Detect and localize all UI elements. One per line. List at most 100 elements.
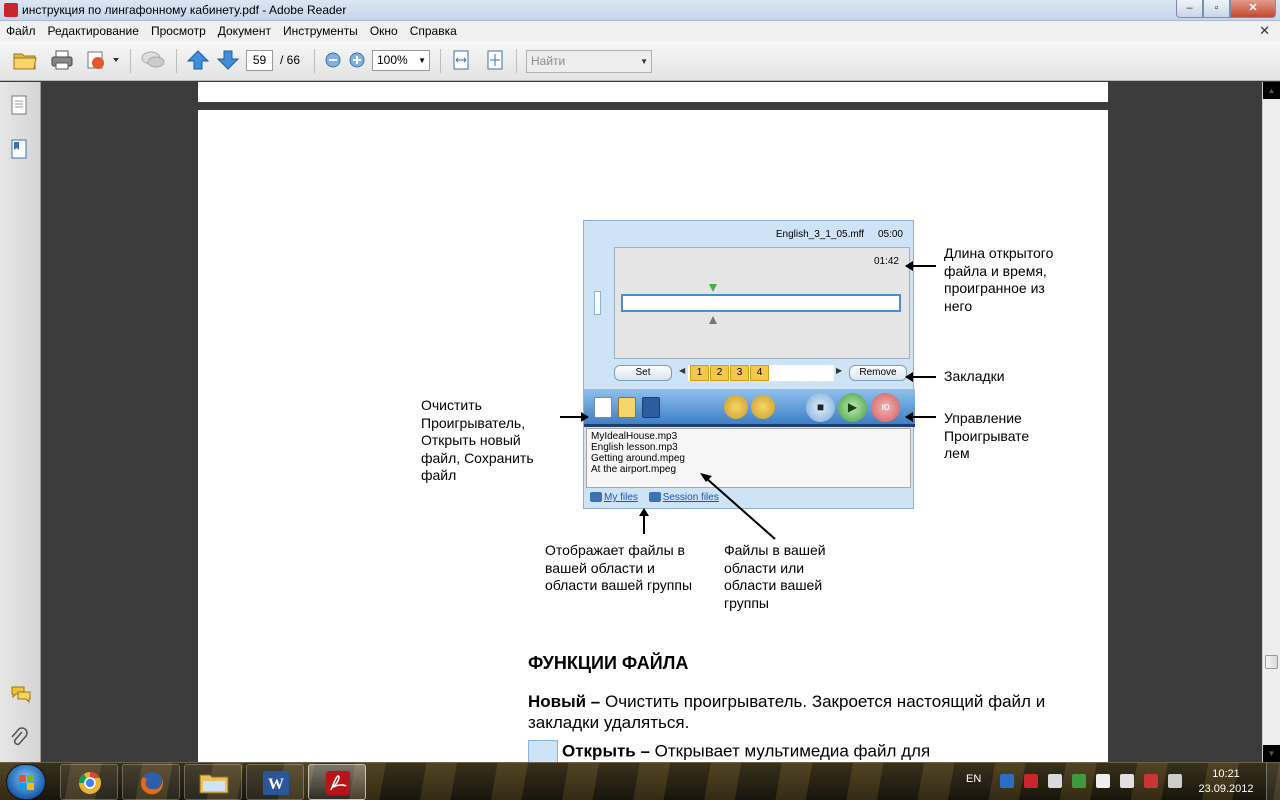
taskbar-adobe-reader[interactable]: [308, 764, 366, 800]
new-file-icon: [594, 397, 612, 418]
start-marker-icon: [709, 284, 717, 292]
section-title: ФУНКЦИИ ФАЙЛА: [528, 653, 689, 673]
toolbar-separator: [314, 49, 315, 73]
taskbar: W EN 10:21 23.09.2012: [0, 762, 1280, 800]
tray-check-icon[interactable]: [1072, 774, 1086, 788]
find-placeholder: Найти: [531, 54, 566, 68]
scroll-up-icon[interactable]: ▲: [1263, 82, 1280, 99]
bookmarks-panel-icon[interactable]: [10, 138, 28, 160]
pages-panel-icon[interactable]: [10, 94, 28, 116]
annotation-shows-files: Отображает файлы в вашей области и облас…: [545, 542, 693, 593]
taskbar-explorer[interactable]: [184, 764, 242, 800]
toolbar-separator: [176, 49, 177, 73]
pdf-page: English_3_1_05.mff 05:00 01:42 Set ◀ 1 2…: [198, 110, 1108, 762]
toolbar-separator: [440, 49, 441, 73]
chevron-down-icon: ▼: [418, 56, 426, 65]
arrow-right-icon: [560, 412, 589, 422]
window-controls: – ▫ ✕: [1176, 0, 1276, 18]
clock[interactable]: 10:21 23.09.2012: [1196, 767, 1256, 797]
player-screenshot: English_3_1_05.mff 05:00 01:42 Set ◀ 1 2…: [583, 220, 915, 509]
menu-document[interactable]: Документ: [212, 24, 277, 38]
chevron-down-icon[interactable]: ▼: [640, 51, 648, 72]
save-file-icon: [642, 397, 660, 418]
scroll-down-icon[interactable]: ▼: [1263, 745, 1280, 762]
fit-page-icon[interactable]: [484, 49, 508, 71]
file-info: English_3_1_05.mff 05:00: [584, 229, 903, 240]
tray-adobe-icon[interactable]: [1024, 774, 1038, 788]
comment-bubble-icon[interactable]: [140, 49, 165, 71]
file-name: English_3_1_05.mff: [775, 229, 865, 240]
menu-edit[interactable]: Редактирование: [42, 24, 145, 38]
timeline-track: [621, 294, 901, 312]
zoom-in-icon[interactable]: [346, 49, 370, 71]
arrow-diagonal-icon: [700, 473, 776, 540]
tray-volume-icon[interactable]: [1168, 774, 1182, 788]
start-button[interactable]: [6, 764, 46, 800]
zoom-out-icon[interactable]: [322, 49, 346, 71]
toolbar-separator: [516, 49, 517, 73]
arrow-left-icon: [905, 261, 936, 271]
close-document-icon[interactable]: ✕: [1259, 23, 1270, 39]
fit-width-icon[interactable]: [450, 49, 474, 71]
tab-my-files: My files: [604, 492, 638, 503]
title-bar: инструкция по лингафонному кабинету.pdf …: [0, 0, 1280, 21]
elapsed-time: 01:42: [873, 256, 899, 267]
previous-page-icon[interactable]: [186, 49, 210, 71]
tray-tools-icon[interactable]: [1048, 774, 1062, 788]
open-label: Открыть –: [562, 741, 650, 761]
print-icon[interactable]: [50, 49, 74, 71]
tray-power-icon[interactable]: [1120, 774, 1134, 788]
close-button[interactable]: ✕: [1230, 0, 1276, 18]
new-label: Новый –: [528, 692, 601, 711]
open-folder-icon: [528, 740, 558, 762]
taskbar-chrome[interactable]: [60, 764, 118, 800]
minimize-button[interactable]: –: [1176, 0, 1203, 18]
find-input[interactable]: Найти ▼: [526, 50, 652, 73]
player-control-bar: ■ ▶ ю: [584, 389, 915, 427]
menu-help[interactable]: Справка: [404, 24, 463, 38]
bookmarks-prev-icon: ◀: [679, 366, 686, 375]
paragraph-open: Открыть – Открывает мультимедиа файл для: [528, 740, 930, 762]
menu-window[interactable]: Окно: [364, 24, 404, 38]
open-file-icon: [618, 397, 636, 418]
maximize-button[interactable]: ▫: [1203, 0, 1230, 18]
menu-view[interactable]: Просмотр: [145, 24, 212, 38]
taskbar-firefox[interactable]: [122, 764, 180, 800]
menu-file[interactable]: Файл: [0, 24, 42, 38]
open-text: Открывает мультимедиа файл для: [649, 741, 931, 761]
adobe-reader-icon: [4, 3, 18, 17]
repeat-segment-icon: [751, 395, 775, 419]
loop-icon: [724, 395, 748, 419]
show-desktop-button[interactable]: [1266, 763, 1280, 800]
next-page-icon[interactable]: [216, 49, 240, 71]
scroll-thumb[interactable]: [1265, 655, 1278, 669]
file-item: English lesson.mp3: [591, 442, 678, 453]
share-icon[interactable]: [86, 49, 120, 71]
tray-flag-icon[interactable]: [1096, 774, 1110, 788]
previous-page-bottom: [198, 82, 1108, 102]
attachments-paperclip-icon[interactable]: [10, 727, 28, 749]
arrow-left-icon: [905, 412, 936, 422]
volume-handle: [594, 291, 601, 315]
tray-signal-icon[interactable]: [1144, 774, 1158, 788]
comments-panel-icon[interactable]: [10, 684, 32, 706]
annotation-player-control: Управление Проигрывате лем: [944, 410, 1030, 461]
taskbar-word[interactable]: W: [246, 764, 304, 800]
page-number-input[interactable]: 59: [246, 50, 273, 71]
annotation-files-in-area: Файлы в вашей области или области вашей …: [724, 542, 826, 611]
zoom-select[interactable]: 100% ▼: [372, 50, 430, 71]
play-icon: ▶: [838, 393, 867, 422]
position-marker-icon: [709, 316, 717, 324]
vertical-scrollbar[interactable]: ▲ ▼: [1262, 82, 1280, 762]
menu-tools[interactable]: Инструменты: [277, 24, 364, 38]
open-folder-icon[interactable]: [12, 49, 37, 71]
navigation-panel: [0, 82, 41, 762]
remove-bookmark-button: Remove: [849, 365, 907, 381]
arrow-left-icon: [905, 372, 936, 382]
zoom-value: 100%: [377, 53, 408, 67]
tray-network-icon[interactable]: [1000, 774, 1014, 788]
arrow-up-icon: [639, 508, 649, 534]
toolbar: 59 / 66 100% ▼ Найти ▼: [0, 41, 1280, 81]
language-indicator[interactable]: EN: [966, 773, 981, 785]
record-icon: ю: [871, 393, 900, 422]
